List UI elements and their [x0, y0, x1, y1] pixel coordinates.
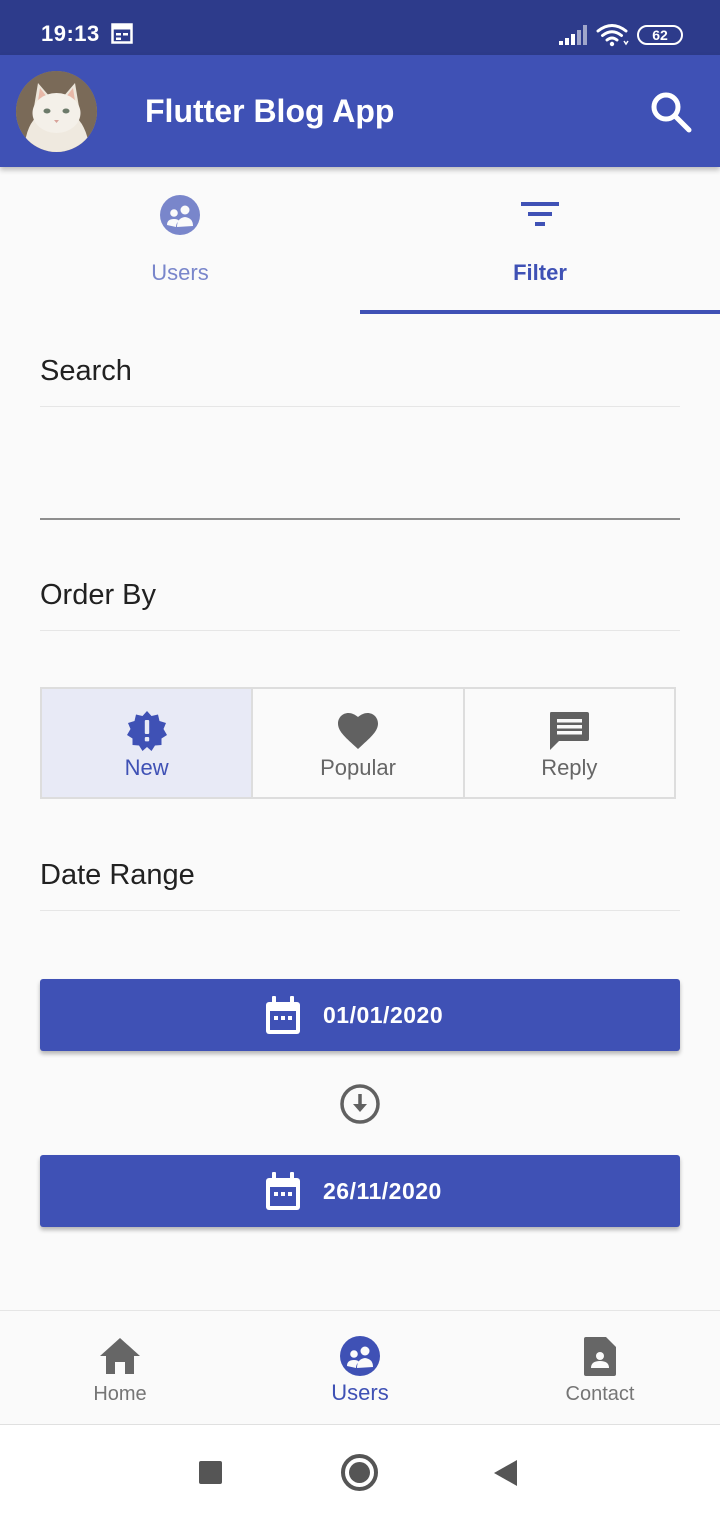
order-reply-label: Reply: [541, 755, 598, 780]
search-section-title: Search: [40, 355, 132, 387]
filter-icon: [521, 202, 559, 226]
nav-home[interactable]: Home: [0, 1311, 240, 1426]
arrow-down-circle-icon: [340, 1084, 380, 1124]
tab-users-label: Users: [151, 260, 209, 285]
order-popular-label: Popular: [320, 755, 396, 780]
nav-users-label: Users: [331, 1380, 389, 1405]
heart-icon: [337, 713, 378, 749]
users-icon: [340, 1336, 380, 1376]
recents-button-icon[interactable]: [199, 1461, 222, 1484]
tab-users[interactable]: Users: [0, 167, 360, 315]
bottom-navigation: Home Users Contact: [0, 1310, 720, 1425]
search-input[interactable]: [40, 420, 680, 520]
wifi-icon: [596, 24, 629, 47]
date-to-label: 26/11/2020: [323, 1178, 442, 1204]
calendar-icon: [266, 1172, 300, 1210]
calendar-icon: [266, 996, 300, 1034]
order-by-section-title: Order By: [40, 579, 157, 611]
order-reply-button[interactable]: Reply: [462, 689, 674, 797]
divider: [40, 406, 680, 407]
screen: 19:13 62 Flutter Blog App Users Filter S…: [0, 0, 720, 1520]
status-time: 19:13: [41, 21, 100, 46]
status-bar: 19:13 62: [0, 0, 720, 55]
tab-filter[interactable]: Filter: [360, 167, 720, 315]
new-badge-icon: [126, 711, 167, 751]
date-to-button[interactable]: 26/11/2020: [40, 1155, 680, 1227]
order-by-toggle-group: New Popular Reply: [40, 687, 676, 799]
tab-bar: Users Filter: [0, 167, 720, 315]
nav-home-label: Home: [93, 1383, 147, 1405]
comment-icon: [550, 712, 590, 750]
nav-users[interactable]: Users: [240, 1311, 480, 1426]
tab-indicator: [360, 310, 720, 314]
date-from-label: 01/01/2020: [323, 1002, 444, 1028]
back-button-icon[interactable]: [494, 1460, 517, 1486]
home-icon: [100, 1338, 140, 1374]
date-from-button[interactable]: 01/01/2020: [40, 979, 680, 1051]
app-title: Flutter Blog App: [145, 93, 395, 129]
cat-avatar-icon: [16, 71, 97, 152]
signal-icon: [559, 25, 587, 45]
nav-contact[interactable]: Contact: [480, 1311, 720, 1426]
search-icon[interactable]: [648, 89, 694, 135]
divider: [40, 910, 680, 911]
nav-contact-label: Contact: [565, 1383, 635, 1405]
calendar-notification-icon: [111, 23, 133, 44]
avatar[interactable]: [16, 71, 97, 152]
contact-icon: [584, 1337, 616, 1376]
home-button-icon[interactable]: [341, 1454, 378, 1491]
users-icon: [160, 195, 200, 235]
tab-filter-label: Filter: [513, 260, 567, 285]
app-bar: Flutter Blog App: [0, 55, 720, 167]
system-navigation-bar: [0, 1425, 720, 1520]
date-range-section-title: Date Range: [40, 859, 195, 891]
order-new-label: New: [124, 755, 169, 780]
order-popular-button[interactable]: Popular: [251, 689, 463, 797]
divider: [40, 630, 680, 631]
order-new-button[interactable]: New: [42, 689, 252, 797]
battery-indicator: 62: [637, 25, 683, 45]
